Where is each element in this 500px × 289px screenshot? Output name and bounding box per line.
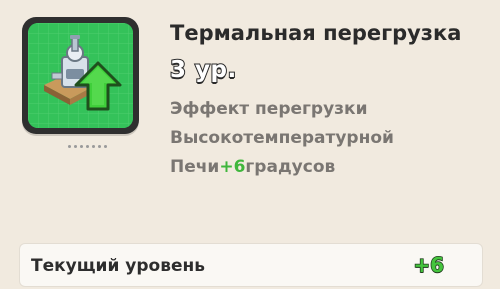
description-value: +6	[219, 157, 246, 177]
pager-dot	[104, 145, 107, 148]
description-line-2: Высокотемпературной	[170, 128, 394, 148]
upgrade-icon-card	[22, 17, 139, 148]
upgrade-info-panel: Термальная перегрузка 3 ур. Эффект перег…	[0, 0, 500, 289]
upgrade-title: Термальная перегрузка	[170, 21, 462, 45]
pager-dot	[80, 145, 83, 148]
pager-dot	[86, 145, 89, 148]
pager-dot	[74, 145, 77, 148]
current-level-label: Текущий уровень	[31, 256, 205, 276]
description-line-1: Эффект перегрузки	[170, 99, 368, 119]
pager-dots	[68, 145, 107, 148]
current-level-value: +6	[413, 252, 445, 278]
description-line-3: Печи+6градусов	[170, 153, 480, 182]
pager-dot	[92, 145, 95, 148]
furnace-upgrade-icon	[28, 23, 133, 128]
description-suffix: градусов	[245, 157, 336, 177]
pager-dot	[98, 145, 101, 148]
current-level-row: Текущий уровень +6	[19, 243, 483, 287]
upgrade-description: Эффект перегрузки Высокотемпературной Пе…	[170, 95, 480, 182]
description-prefix: Печи	[170, 157, 220, 177]
pager-dot	[68, 145, 71, 148]
upgrade-level: 3 ур.	[169, 56, 237, 84]
